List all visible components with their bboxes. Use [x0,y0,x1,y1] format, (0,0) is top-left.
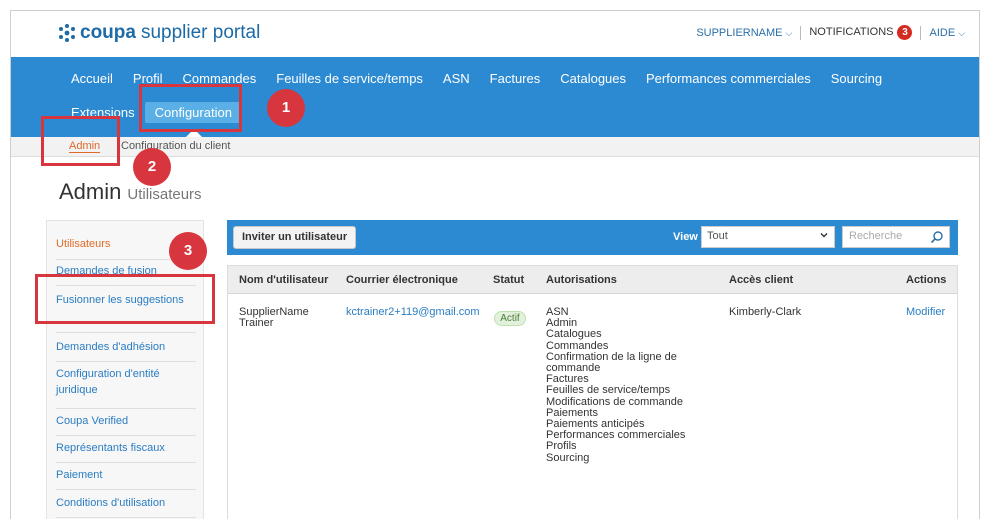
cell-client-access: Kimberly-Clark [729,306,802,318]
divider [920,25,922,40]
nav-item-performances[interactable]: Performances commerciales [636,68,821,89]
col-header-email: Courrier électronique [346,274,458,286]
search-placeholder: Recherche [849,230,903,242]
users-table: Nom d'utilisateur Courrier électronique … [227,265,958,519]
view-select-value: Tout [707,230,728,242]
divider [56,408,196,409]
top-links: SUPPLIERNAME ⌵ NOTIFICATIONS 3 AIDE ⌵ [696,25,965,40]
top-bar: coupa supplier portal SUPPLIERNAME ⌵ NOTI… [11,11,979,57]
annotation-box-merge-suggestions [35,274,215,324]
page-title-sub: Utilisateurs [127,186,202,203]
sidebar-item-coupa-verified[interactable]: Coupa Verified [56,413,196,429]
col-header-actions: Actions [906,274,947,286]
notifications-badge: 3 [897,25,913,40]
divider [56,462,196,463]
logo-coupa-text: coupa [80,22,136,43]
col-header-permissions: Autorisations [546,274,617,286]
cell-email[interactable]: kctrainer2+119@gmail.com [346,307,480,318]
permission-item: Profils [546,440,577,453]
view-label: View [673,231,698,243]
permission-item: Sourcing [546,451,590,464]
search-input[interactable]: Recherche [842,226,950,248]
nav-item-sourcing[interactable]: Sourcing [821,68,892,89]
supplier-menu[interactable]: SUPPLIERNAME ⌵ [696,27,792,39]
col-header-client-access: Accès client [729,274,794,286]
view-select[interactable]: Tout [701,226,835,248]
annotation-number-3: 3 [169,232,207,270]
divider [56,517,196,518]
annotation-box-configuration [139,84,242,132]
divider [800,25,802,40]
cell-username: SupplierName Trainer [239,306,309,329]
users-toolbar: Inviter un utilisateur View Tout Recherc… [227,220,958,255]
coupa-logo[interactable]: coupa supplier portal [57,22,260,44]
edit-user-link[interactable]: Modifier [906,307,945,318]
invite-user-button[interactable]: Inviter un utilisateur [233,226,357,249]
chevron-down-icon: ⌵ [958,27,965,38]
annotation-number-1: 1 [267,89,305,127]
page-title-main: Admin [59,179,122,204]
annotation-number-2: 2 [133,148,171,186]
col-header-username: Nom d'utilisateur [239,274,329,286]
status-badge: Actif [494,311,526,326]
coupa-logo-icon [59,24,75,42]
nav-item-catalogues[interactable]: Catalogues [550,68,636,89]
portal-window: coupa supplier portal SUPPLIERNAME ⌵ NOTI… [10,10,980,519]
table-header: Nom d'utilisateur Courrier électronique … [228,266,957,294]
nav-item-asn[interactable]: ASN [433,68,480,89]
sidebar-item-paiement[interactable]: Paiement [56,467,196,483]
search-icon[interactable] [930,230,944,244]
permission-item: Catalogues [546,328,602,341]
permission-item: Confirmation de la ligne de commande [546,350,677,375]
chevron-down-icon: ⌵ [785,27,793,38]
divider [56,361,196,362]
supplier-name: SUPPLIERNAME [696,26,783,39]
sidebar-item-entite-juridique[interactable]: Configuration d'entité juridique [56,366,196,398]
sidebar-item-demandes-adhesion[interactable]: Demandes d'adhésion [56,339,196,355]
help-label: AIDE [929,26,956,39]
annotation-box-admin [41,116,120,166]
nav-item-accueil[interactable]: Accueil [61,68,123,89]
notifications-link[interactable]: NOTIFICATIONS 3 [809,25,913,40]
sidebar-item-conditions[interactable]: Conditions d'utilisation [56,495,196,511]
sidebar-item-representants-fiscaux[interactable]: Représentants fiscaux [56,440,196,456]
col-header-status: Statut [493,274,525,286]
page-title: Admin Utilisateurs [59,179,202,205]
nav-item-factures[interactable]: Factures [480,68,551,89]
subnav-client-config[interactable]: Configuration du client [121,140,230,152]
divider [56,489,196,490]
permission-item: Feuilles de service/temps [546,384,671,397]
help-menu[interactable]: AIDE ⌵ [929,27,965,39]
cell-permissions: ASN Admin Catalogues Commandes Confirmat… [546,306,696,464]
chevron-down-icon [820,233,828,238]
notifications-label: NOTIFICATIONS [809,26,894,38]
divider [56,435,196,436]
logo-portal-text: supplier portal [140,22,261,43]
divider [56,332,196,333]
nav-item-feuilles[interactable]: Feuilles de service/temps [266,68,433,89]
